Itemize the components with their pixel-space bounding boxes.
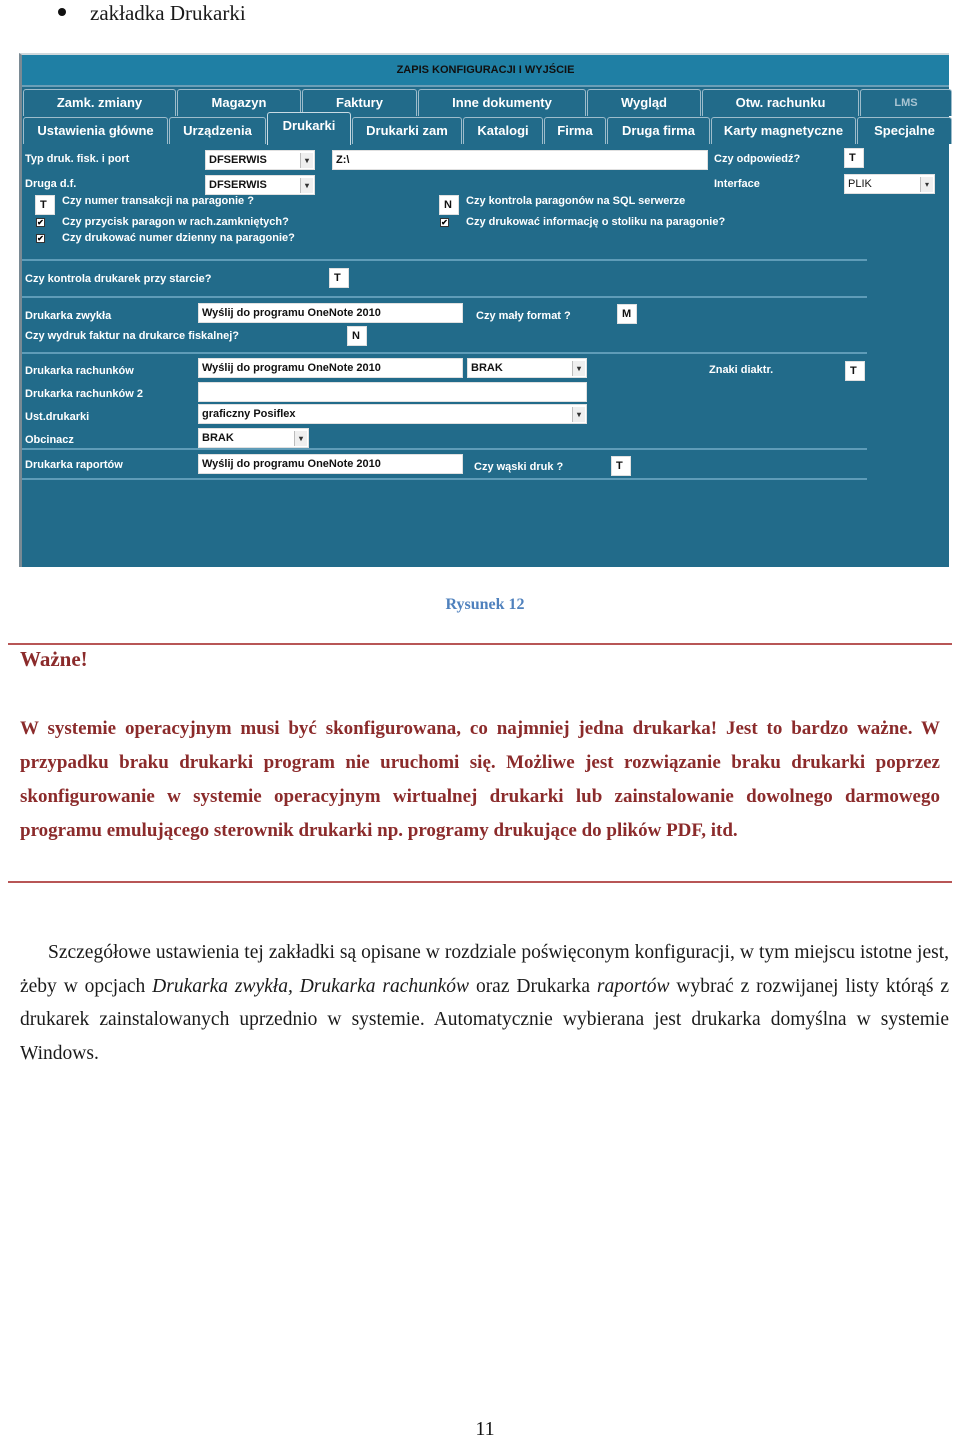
tab-inne-dokumenty[interactable]: Inne dokumenty (418, 89, 586, 116)
body-text-2: oraz Drukarka (469, 975, 597, 997)
kontrola-sql-input[interactable]: N (439, 195, 459, 215)
tab-drukarki[interactable]: Drukarki (267, 112, 351, 145)
faktury-fiskalna-input[interactable]: N (347, 326, 367, 346)
znaki-diaktr-label: Znaki diaktr. (709, 364, 774, 376)
tab-urzadzenia[interactable]: Urządzenia (169, 117, 266, 144)
tab-druga-firma[interactable]: Druga firma (607, 117, 710, 144)
drukarka-rachunkow-select[interactable]: BRAK ▾ (467, 358, 587, 378)
bullet-text: zakładka Drukarki (90, 1, 246, 25)
waski-druk-label: Czy wąski druk ? (474, 461, 564, 473)
save-and-exit-bar[interactable]: ZAPIS KONFIGURACJI I WYJŚCIE (22, 55, 949, 87)
divider (22, 478, 867, 480)
chevron-down-icon[interactable]: ▾ (300, 178, 313, 193)
typ-druk-label: Typ druk. fisk. i port (25, 153, 130, 165)
bullet-item: zakładka Drukarki (58, 0, 246, 26)
tab-wyglad[interactable]: Wygląd (587, 89, 701, 116)
bullet-icon (58, 8, 66, 17)
interface-value: PLIK (848, 178, 872, 190)
chevron-down-icon[interactable]: ▾ (300, 153, 313, 168)
drukarka-rachunkow2-label: Drukarka rachunków 2 (25, 388, 143, 400)
important-bottom-rule (8, 881, 952, 883)
obcinacz-value: BRAK (202, 432, 234, 444)
typ-druk-value: DFSERWIS (209, 154, 267, 166)
tab-otw-rachunku[interactable]: Otw. rachunku (702, 89, 859, 116)
drukarka-rachunkow2-input[interactable] (198, 382, 587, 402)
tab-katalogi[interactable]: Katalogi (463, 117, 543, 144)
tab-firma[interactable]: Firma (544, 117, 606, 144)
chevron-down-icon[interactable]: ▾ (920, 177, 933, 192)
tab-row-2: Ustawienia główne Urządzenia Drukarki Dr… (22, 112, 952, 145)
interface-label: Interface (714, 178, 760, 190)
app-screenshot: ZAPIS KONFIGURACJI I WYJŚCIE Zamk. zmian… (19, 53, 952, 567)
body-paragraph: Szczegółowe ustawienia tej zakładki są o… (20, 936, 949, 1070)
kontrola-start-input[interactable]: T (329, 268, 349, 288)
drukarka-rachunkow-input[interactable]: Wyślij do programu OneNote 2010 (198, 358, 463, 378)
chevron-down-icon[interactable]: ▾ (572, 407, 585, 422)
divider (22, 296, 867, 298)
important-top-rule (8, 643, 952, 645)
drukarka-raportow-label: Drukarka raportów (25, 459, 123, 471)
figure-caption: Rysunek 12 (445, 596, 525, 613)
faktury-fiskalna-label: Czy wydruk faktur na drukarce fiskalnej? (25, 330, 239, 342)
tab-lms[interactable]: LMS (860, 89, 952, 116)
znaki-diaktr-input[interactable]: T (845, 361, 865, 381)
ust-drukarki-select[interactable]: graficzny Posiflex ▾ (198, 404, 587, 424)
maly-format-label: Czy mały format ? (476, 310, 571, 322)
tab-ustawienia-glowne[interactable]: Ustawienia główne (23, 117, 168, 144)
tab-row-1: Zamk. zmiany Magazyn Faktury Inne dokume… (22, 89, 952, 116)
tab-drukarki-zam[interactable]: Drukarki zam (352, 117, 462, 144)
drukarka-raportow-input[interactable]: Wyślij do programu OneNote 2010 (198, 454, 463, 474)
important-text: W systemie operacyjnym musi być skonfigu… (20, 718, 940, 841)
ust-drukarki-value: graficzny Posiflex (202, 408, 296, 420)
interface-select[interactable]: PLIK ▾ (844, 174, 935, 194)
port-input[interactable]: Z:\ (332, 150, 708, 170)
kontrola-sql-label: Czy kontrola paragonów na SQL serwerze (466, 195, 686, 207)
chevron-down-icon[interactable]: ▾ (294, 431, 307, 446)
obcinacz-select[interactable]: BRAK ▾ (198, 428, 309, 448)
chevron-down-icon[interactable]: ▾ (572, 361, 585, 376)
druga-df-select[interactable]: DFSERWIS ▾ (205, 175, 315, 195)
tab-karty-magnetyczne[interactable]: Karty magnetyczne (711, 117, 856, 144)
obcinacz-label: Obcinacz (25, 434, 74, 446)
info-stolik-label: Czy drukować informację o stoliku na par… (466, 216, 726, 228)
save-and-exit-label: ZAPIS KONFIGURACJI I WYJŚCIE (396, 64, 575, 76)
divider (22, 259, 867, 261)
divider (22, 448, 867, 450)
kontrola-start-label: Czy kontrola drukarek przy starcie? (25, 273, 212, 285)
drukarka-rachunkow-label: Drukarka rachunków (25, 365, 134, 377)
przycisk-paragon-checkbox[interactable]: ✔ (36, 218, 45, 227)
drukarka-zwykla-label: Drukarka zwykła (25, 310, 112, 322)
divider (22, 352, 867, 354)
tab-zamk-zmiany[interactable]: Zamk. zmiany (23, 89, 176, 116)
czy-odpowiedz-label: Czy odpowiedź? (714, 153, 801, 165)
page-number: 11 (475, 1418, 495, 1439)
info-stolik-checkbox[interactable]: ✔ (440, 218, 449, 227)
waski-druk-input[interactable]: T (611, 456, 631, 476)
numer-dzienny-label: Czy drukować numer dzienny na paragonie? (62, 232, 295, 244)
drukarka-zwykla-input[interactable]: Wyślij do programu OneNote 2010 (198, 303, 463, 323)
body-emphasis-2: raportów (596, 975, 670, 997)
maly-format-input[interactable]: M (617, 304, 637, 324)
body-emphasis-1: Drukarka zwykła, Drukarka rachunków (152, 975, 470, 997)
druga-df-label: Druga d.f. (25, 178, 77, 190)
typ-druk-select[interactable]: DFSERWIS ▾ (205, 150, 315, 170)
drukarka-rachunkow-select-value: BRAK (471, 362, 503, 374)
tab-specjalne[interactable]: Specjalne (857, 117, 952, 144)
ust-drukarki-label: Ust.drukarki (25, 411, 90, 423)
druga-df-value: DFSERWIS (209, 179, 267, 191)
przycisk-paragon-label: Czy przycisk paragon w rach.zamkniętych? (62, 216, 289, 228)
numer-dzienny-checkbox[interactable]: ✔ (36, 234, 45, 243)
nr-transakcji-label: Czy numer transakcji na paragonie ? (62, 195, 254, 207)
nr-transakcji-input[interactable]: T (35, 195, 55, 215)
important-title: Ważne! (20, 647, 88, 671)
czy-odpowiedz-input[interactable]: T (844, 148, 864, 168)
